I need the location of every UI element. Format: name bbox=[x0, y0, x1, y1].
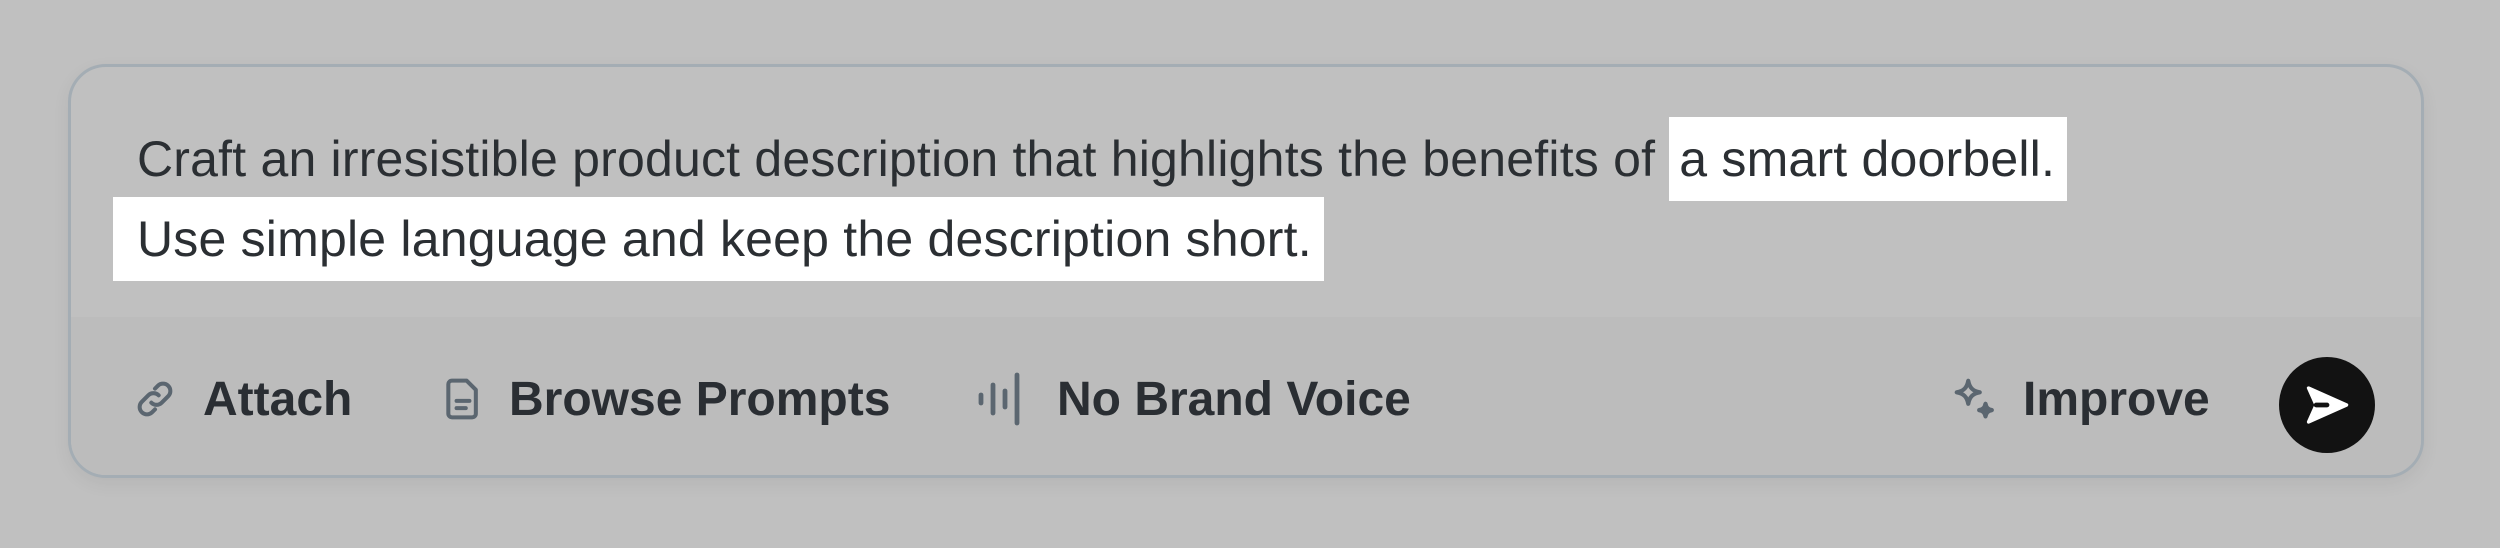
document-icon bbox=[443, 377, 483, 421]
send-button[interactable] bbox=[2279, 357, 2375, 453]
improve-label: Improve bbox=[2023, 372, 2210, 426]
composer-toolbar: Attach Browse Prompts No Brand Voice Imp… bbox=[71, 317, 2421, 475]
highlighted-text-2: Use simple language and keep the descrip… bbox=[113, 197, 1324, 281]
attach-button[interactable]: Attach bbox=[133, 317, 353, 475]
paperclip-icon bbox=[133, 377, 177, 421]
send-arrow-icon bbox=[2306, 386, 2349, 424]
prompt-composer: Craft an irresistible product descriptio… bbox=[68, 64, 2424, 478]
browse-prompts-label: Browse Prompts bbox=[509, 372, 891, 426]
audio-wave-icon bbox=[975, 371, 1031, 427]
brand-voice-button[interactable]: No Brand Voice bbox=[975, 317, 1411, 475]
improve-button[interactable]: Improve bbox=[1951, 317, 2210, 475]
prompt-text-start: Craft an irresistible product descriptio… bbox=[137, 131, 1670, 187]
brand-voice-label: No Brand Voice bbox=[1057, 372, 1411, 426]
prompt-input[interactable]: Craft an irresistible product descriptio… bbox=[71, 67, 2421, 317]
browse-prompts-button[interactable]: Browse Prompts bbox=[443, 317, 891, 475]
sparkle-icon bbox=[1951, 376, 1997, 422]
highlighted-text-1: a smart doorbell. bbox=[1669, 117, 2068, 201]
attach-label: Attach bbox=[203, 372, 353, 426]
prompt-text[interactable]: Craft an irresistible product descriptio… bbox=[113, 117, 2377, 281]
